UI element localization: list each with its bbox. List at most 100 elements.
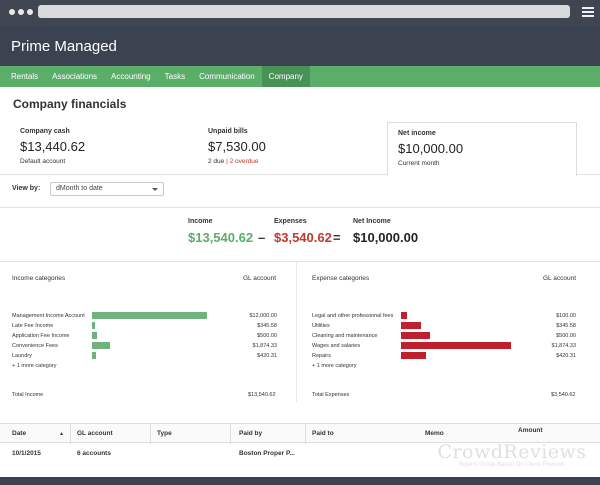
expense-category-bar [401,322,421,329]
col-amount[interactable]: Amount [518,427,543,434]
income-category-amount: $12,000.00 [249,313,277,319]
column-separator [230,424,231,444]
income-category-amount: $1,874.33 [252,343,277,349]
income-category-name[interactable]: Convenience Fees [12,343,58,349]
expense-category-amount: $1,874.33 [551,343,576,349]
expense-category-bar [401,352,426,359]
view-by-label: View by: [12,185,41,192]
menu-icon[interactable] [582,7,594,17]
equals-sign: = [333,230,341,245]
address-bar[interactable] [38,5,570,18]
period-select-value: dMonth to date [56,185,103,192]
income-category-name[interactable]: Laundry [12,353,32,359]
equation-expenses-label: Expenses [274,218,307,225]
income-gl-header: GL account [243,275,277,282]
window-controls [9,9,33,15]
app-window: Prime Managed Rentals Associations Accou… [0,0,600,485]
expense-category-amount: $500.00 [556,333,576,339]
row-paid-by: Boston Proper P... [239,450,295,457]
net-income-card[interactable]: Net income $10,000.00 Current month [387,122,577,176]
column-divider [296,262,297,402]
main-content: Company financials Company cash $13,440.… [0,87,600,477]
total-income-label: Total Income [12,392,44,398]
window-dot-icon[interactable] [18,9,24,15]
income-category-name[interactable]: Late Fee Income [12,323,53,329]
chevron-down-icon [152,188,158,191]
summary-strip: Company cash $13,440.62 Default account … [0,120,600,176]
overdue-count[interactable]: 2 overdue [230,158,259,165]
col-paid-to[interactable]: Paid to [312,430,334,437]
total-expenses-label: Total Expenses [312,392,350,398]
tab-tasks[interactable]: Tasks [158,66,192,87]
expense-category-name[interactable]: Repairs [312,353,331,359]
unpaid-bills-label: Unpaid bills [208,128,248,135]
equation-expenses-value: $3,540.62 [274,230,332,245]
col-memo[interactable]: Memo [425,430,444,437]
net-income-value: $10,000.00 [398,141,464,156]
window-dot-icon[interactable] [9,9,15,15]
unpaid-bills-sub: 2 due | 2 overdue [208,158,259,165]
equation-net-label: Net Income [353,218,391,225]
col-paid-by[interactable]: Paid by [239,430,262,437]
minus-sign: – [258,230,266,245]
expense-category-name[interactable]: Wages and salaries [312,343,360,349]
expense-more-link[interactable]: + 1 more category [312,363,356,369]
window-dot-icon[interactable] [27,9,33,15]
tab-communication[interactable]: Communication [192,66,262,87]
col-gl-account[interactable]: GL account [77,430,113,437]
expense-categories-header: Expense categories [312,275,370,282]
net-income-label: Net income [398,130,436,137]
browser-chrome [0,0,600,26]
income-more-link[interactable]: + 1 more category [12,363,56,369]
income-category-amount: $420.31 [257,353,277,359]
row-date: 10/1/2015 [12,450,41,457]
income-category-amount: $345.58 [257,323,277,329]
col-date[interactable]: Date [12,430,26,437]
expense-category-name[interactable]: Utilities [312,323,330,329]
equation-net-value: $10,000.00 [353,230,419,245]
page-title: Company financials [13,97,127,111]
expense-category-name[interactable]: Cleaning and maintenance [312,333,377,339]
divider [0,261,600,262]
company-cash-value: $13,440.62 [20,139,86,154]
net-income-sub: Current month [398,160,440,167]
app-title: Prime Managed [11,38,117,55]
col-type[interactable]: Type [157,430,172,437]
period-select[interactable]: dMonth to date [50,182,164,196]
column-separator [70,424,71,444]
income-category-bar [92,342,110,349]
unpaid-bills-card[interactable]: Unpaid bills $7,530.00 2 due | 2 overdue [208,120,378,175]
income-category-name[interactable]: Management Income Account [12,313,85,319]
equation-income-value: $13,540.62 [188,230,254,245]
tab-accounting[interactable]: Accounting [104,66,158,87]
income-category-amount: $500.00 [257,333,277,339]
equation-income-label: Income [188,218,213,225]
tab-associations[interactable]: Associations [45,66,104,87]
expense-category-amount: $100.00 [556,313,576,319]
main-nav: Rentals Associations Accounting Tasks Co… [0,66,600,87]
unpaid-bills-value: $7,530.00 [208,139,266,154]
watermark-logo: CrowdReviews [437,441,587,463]
divider [0,207,600,208]
tab-company[interactable]: Company [261,66,310,87]
tab-rentals[interactable]: Rentals [4,66,45,87]
income-category-bar [92,322,95,329]
income-category-name[interactable]: Application Fee Income [12,333,69,339]
income-category-bar [92,312,207,319]
sort-up-icon[interactable]: ▲ [59,431,64,437]
income-categories-header: Income categories [12,275,66,282]
company-cash-card[interactable]: Company cash $13,440.62 Default account [20,120,200,175]
income-category-bar [92,352,96,359]
due-count[interactable]: 2 due [208,158,224,165]
watermark: CrowdReviews Buyers Guide Based On Clien… [432,441,592,468]
expense-category-amount: $420.31 [556,353,576,359]
company-cash-sub: Default account [20,158,66,165]
transactions-table-header: Date ▲ GL account Type Paid by Paid to M… [0,423,600,444]
total-income-value: $13,540.62 [248,392,276,398]
total-expenses-value: $3,540.62 [551,392,576,398]
expense-gl-header: GL account [543,275,577,282]
row-gl-account: 6 accounts [77,450,111,457]
company-cash-label: Company cash [20,128,70,135]
app-header: Prime Managed [0,26,600,66]
expense-category-name[interactable]: Legal and other professional fees [312,313,393,319]
